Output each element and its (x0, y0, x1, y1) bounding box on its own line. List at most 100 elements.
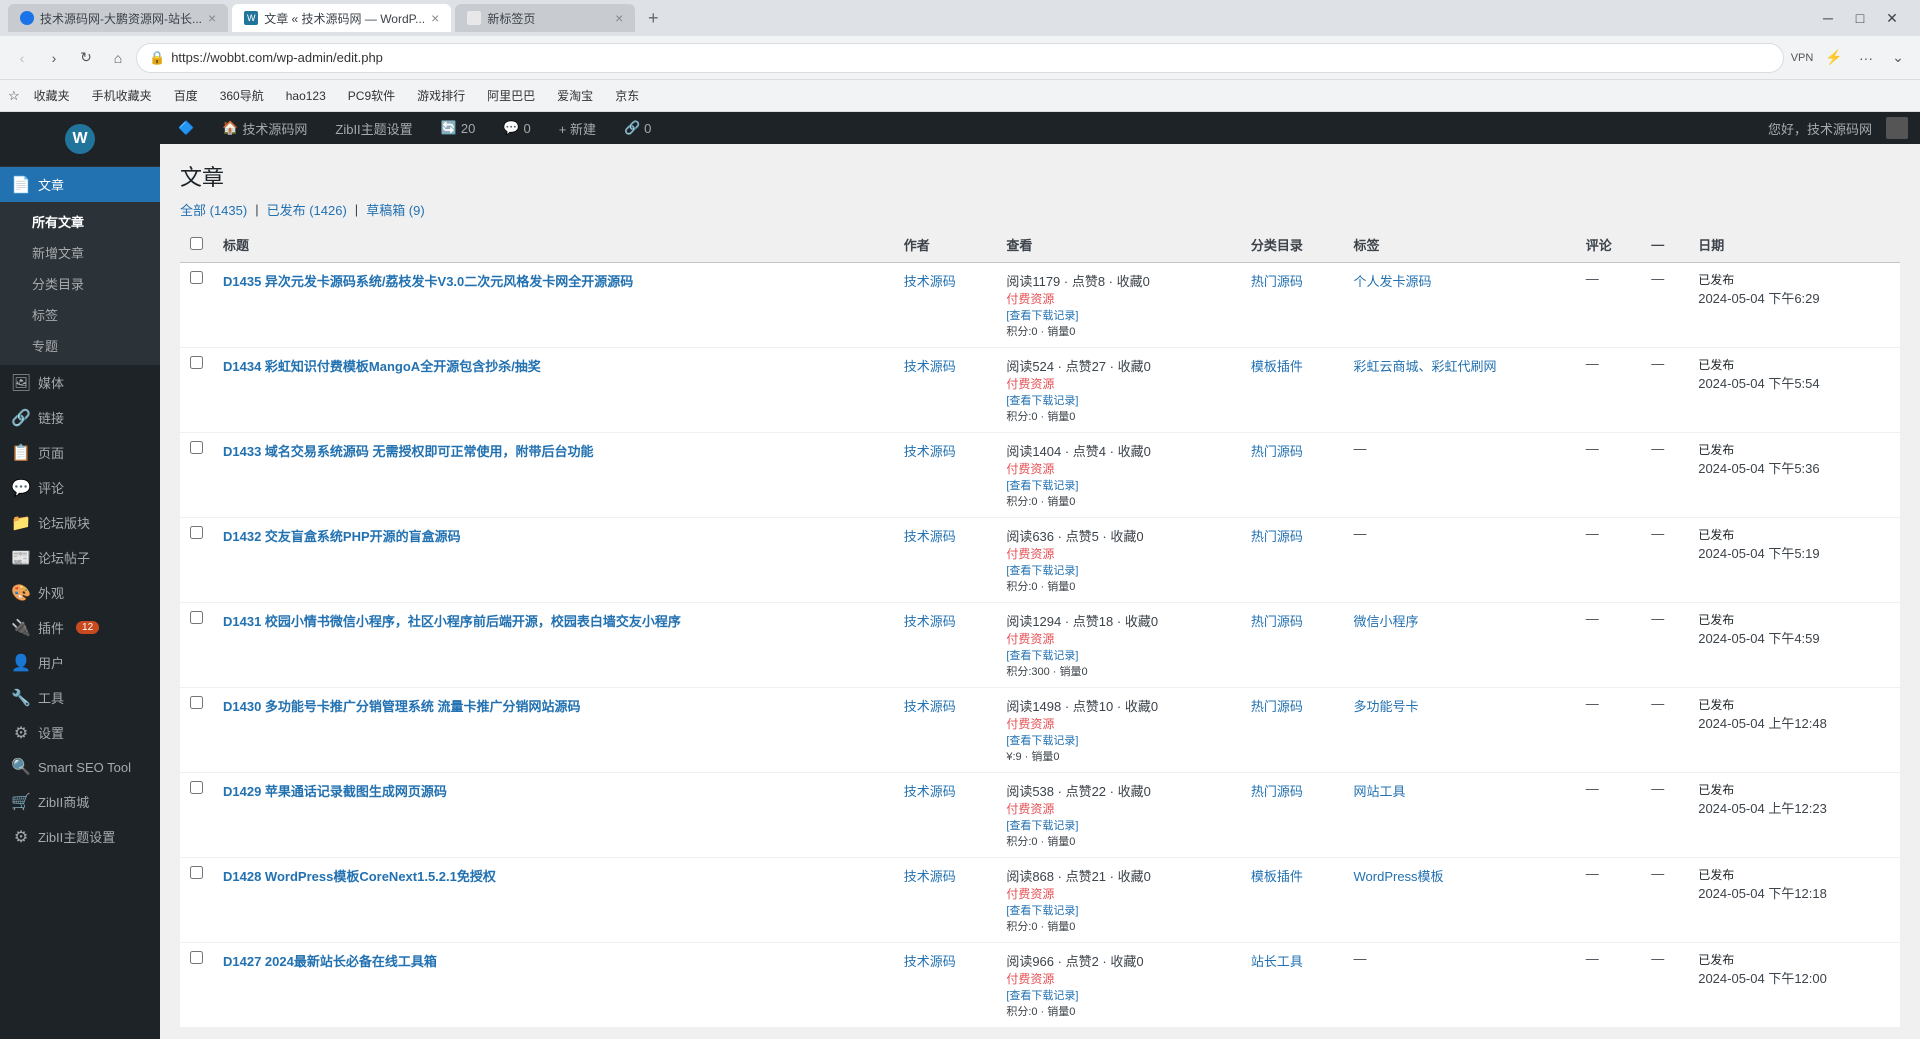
sidebar-sub-categories[interactable]: 分类目录 (0, 268, 160, 299)
topbar-site-name[interactable]: 🏠 技术源码网 (216, 119, 313, 138)
tag1-link[interactable]: 站长工具 (1251, 954, 1303, 969)
tag1-link[interactable]: 热门源码 (1251, 529, 1303, 544)
sidebar-item-plugins[interactable]: 🔌 插件 12 (0, 610, 160, 645)
bookmark-mobile[interactable]: 手机收藏夹 (84, 85, 160, 106)
filter-draft[interactable]: 草稿箱 (9) (366, 200, 425, 219)
author-link[interactable]: 技术源码 (904, 699, 956, 714)
sidebar-item-shop[interactable]: 🛒 ZibII商城 (0, 784, 160, 819)
download-records-link[interactable]: [查看下载记录] (1006, 395, 1078, 407)
tag1-link[interactable]: 热门源码 (1251, 274, 1303, 289)
tab1-close[interactable]: × (208, 10, 216, 26)
tag1-link[interactable]: 热门源码 (1251, 614, 1303, 629)
download-records-link[interactable]: [查看下载记录] (1006, 990, 1078, 1002)
row-select-checkbox[interactable] (190, 356, 203, 369)
sidebar-item-settings[interactable]: ⚙ 设置 (0, 715, 160, 750)
tag2-link[interactable]: 多功能号卡 (1354, 699, 1419, 714)
article-title-link[interactable]: D1427 2024最新站长必备在线工具箱 (223, 954, 437, 969)
download-records-link[interactable]: [查看下载记录] (1006, 310, 1078, 322)
topbar-new[interactable]: + 新建 (553, 119, 602, 138)
author-link[interactable]: 技术源码 (904, 529, 956, 544)
row-select-checkbox[interactable] (190, 866, 203, 879)
author-link[interactable]: 技术源码 (904, 359, 956, 374)
refresh-button[interactable]: ↻ (72, 44, 100, 72)
sidebar-item-articles[interactable]: 📄 文章 (0, 167, 160, 202)
tag2-link[interactable]: 网站工具 (1354, 784, 1406, 799)
bookmark-baidu[interactable]: 百度 (166, 85, 206, 106)
row-select-checkbox[interactable] (190, 781, 203, 794)
download-records-link[interactable]: [查看下载记录] (1006, 735, 1078, 747)
tag2-link[interactable]: 微信小程序 (1354, 614, 1419, 629)
tag1-link[interactable]: 热门源码 (1251, 784, 1303, 799)
sidebar-item-users[interactable]: 👤 用户 (0, 645, 160, 680)
filter-all[interactable]: 全部 (1435) (180, 200, 247, 219)
extensions-button[interactable]: ⚡ (1820, 44, 1848, 72)
download-records-link[interactable]: [查看下载记录] (1006, 565, 1078, 577)
sidebar-item-theme-setup[interactable]: ⚙ ZibII主题设置 (0, 819, 160, 854)
tab2-close[interactable]: × (431, 10, 439, 26)
author-link[interactable]: 技术源码 (904, 869, 956, 884)
forward-button[interactable]: › (40, 44, 68, 72)
tab3-close[interactable]: × (615, 10, 623, 26)
tag1-link[interactable]: 热门源码 (1251, 444, 1303, 459)
download-records-link[interactable]: [查看下载记录] (1006, 480, 1078, 492)
article-title-link[interactable]: D1431 校园小情书微信小程序，社区小程序前后端开源，校园表白墙交友小程序 (223, 614, 681, 629)
download-records-link[interactable]: [查看下载记录] (1006, 820, 1078, 832)
download-records-link[interactable]: [查看下载记录] (1006, 905, 1078, 917)
wp-logo-topbar[interactable]: 🔷 (172, 120, 200, 136)
sidebar-item-links[interactable]: 🔗 链接 (0, 400, 160, 435)
article-title-link[interactable]: D1434 彩虹知识付费模板MangoA全开源包含抄杀/抽奖 (223, 359, 541, 374)
author-link[interactable]: 技术源码 (904, 444, 956, 459)
new-tab-button[interactable]: + (639, 4, 667, 32)
topbar-comments[interactable]: 💬 0 (497, 120, 536, 136)
browser-tab-2[interactable]: W 文章 « 技术源码网 — WordP... × (232, 4, 451, 32)
sidebar-item-media[interactable]: 🖼 媒体 (0, 365, 160, 400)
vpn-icon[interactable]: VPN (1788, 44, 1816, 72)
sidebar-item-pages[interactable]: 📋 页面 (0, 435, 160, 470)
user-avatar[interactable] (1886, 117, 1908, 139)
tag2-link[interactable]: 彩虹云商城、彩虹代刷网 (1354, 359, 1497, 374)
row-select-checkbox[interactable] (190, 611, 203, 624)
browser-tab-3[interactable]: 新标签页 × (455, 4, 635, 32)
bookmark-games[interactable]: 游戏排行 (409, 85, 473, 106)
topbar-theme-setup[interactable]: ZibII主题设置 (329, 119, 418, 138)
article-title-link[interactable]: D1428 WordPress模板CoreNext1.5.2.1免授权 (223, 869, 496, 884)
bookmark-360[interactable]: 360导航 (212, 85, 272, 106)
article-title-link[interactable]: D1432 交友盲盒系统PHP开源的盲盒源码 (223, 529, 461, 544)
sidebar-item-forum-posts[interactable]: 📰 论坛帖子 (0, 540, 160, 575)
close-button[interactable]: ✕ (1880, 6, 1904, 30)
tag1-link[interactable]: 热门源码 (1251, 699, 1303, 714)
filter-published[interactable]: 已发布 (1426) (267, 200, 347, 219)
bookmark-hao123[interactable]: hao123 (278, 87, 334, 105)
tag1-link[interactable]: 模板插件 (1251, 359, 1303, 374)
bookmark-alibaba[interactable]: 阿里巴巴 (479, 85, 543, 106)
downloads-button[interactable]: ⌄ (1884, 44, 1912, 72)
bookmark-jd[interactable]: 京东 (607, 85, 647, 106)
topbar-updates[interactable]: 🔄 20 (435, 120, 482, 136)
bookmark-pc9[interactable]: PC9软件 (340, 85, 403, 106)
sidebar-item-comments[interactable]: 💬 评论 (0, 470, 160, 505)
download-records-link[interactable]: [查看下载记录] (1006, 650, 1078, 662)
row-select-checkbox[interactable] (190, 526, 203, 539)
sidebar-item-tools[interactable]: 🔧 工具 (0, 680, 160, 715)
author-link[interactable]: 技术源码 (904, 954, 956, 969)
row-select-checkbox[interactable] (190, 271, 203, 284)
maximize-button[interactable]: □ (1848, 6, 1872, 30)
tag2-link[interactable]: 个人发卡源码 (1354, 274, 1432, 289)
row-select-checkbox[interactable] (190, 441, 203, 454)
sidebar-item-appearance[interactable]: 🎨 外观 (0, 575, 160, 610)
author-link[interactable]: 技术源码 (904, 614, 956, 629)
topbar-user-greeting[interactable]: 您好，技术源码网 (1762, 119, 1878, 138)
minimize-button[interactable]: ─ (1816, 6, 1840, 30)
sidebar-sub-topics[interactable]: 专题 (0, 330, 160, 361)
topbar-links[interactable]: 🔗 0 (618, 120, 657, 136)
sidebar-item-forum-sections[interactable]: 📁 论坛版块 (0, 505, 160, 540)
article-title-link[interactable]: D1433 域名交易系统源码 无需授权即可正常使用，附带后台功能 (223, 444, 594, 459)
home-button[interactable]: ⌂ (104, 44, 132, 72)
bookmark-taobao[interactable]: 爱淘宝 (549, 85, 601, 106)
article-title-link[interactable]: D1429 苹果通话记录截图生成网页源码 (223, 784, 447, 799)
sidebar-sub-all-articles[interactable]: 所有文章 (0, 206, 160, 237)
bookmark-favorites[interactable]: 收藏夹 (26, 85, 78, 106)
article-title-link[interactable]: D1430 多功能号卡推广分销管理系统 流量卡推广分销网站源码 (223, 699, 581, 714)
author-link[interactable]: 技术源码 (904, 274, 956, 289)
row-select-checkbox[interactable] (190, 951, 203, 964)
